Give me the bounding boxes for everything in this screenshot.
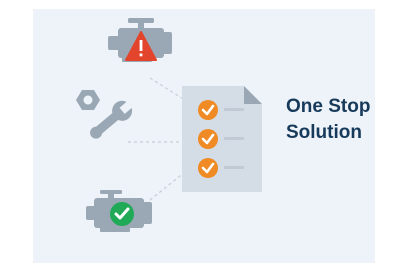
checklist-document-icon xyxy=(182,86,262,192)
engine-warning-icon xyxy=(108,18,172,62)
title-line-1: One Stop xyxy=(286,96,371,117)
engine-ok-icon xyxy=(86,190,152,232)
title-line-2: Solution xyxy=(286,122,362,143)
page-title: One Stop Solution xyxy=(286,94,370,146)
wrench-nut-icon xyxy=(76,90,134,139)
